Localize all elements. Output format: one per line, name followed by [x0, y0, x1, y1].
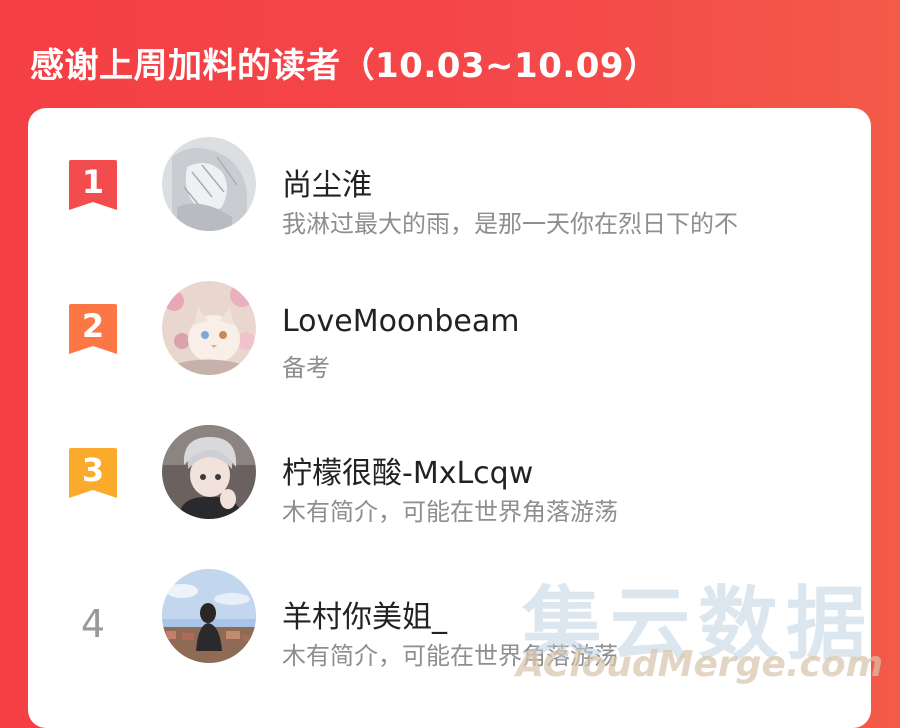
list-item[interactable]: 4 羊村你美姐_ 木有简介，可能在世界角落游荡	[28, 554, 871, 674]
rank-badge: 2	[69, 304, 117, 354]
avatar[interactable]	[162, 137, 256, 231]
reader-bio: 备考	[282, 354, 330, 382]
rank-number: 1	[81, 163, 105, 201]
page-title: 感谢上周加料的读者（10.03~10.09）	[30, 46, 659, 86]
girl-cityscape-avatar-icon	[162, 569, 256, 663]
rank-badge: 1	[69, 160, 117, 210]
list-item[interactable]: 3 柠檬很酸-MxLcqw 木有简介，可能在世界角落游荡	[28, 410, 871, 530]
rank-number: 4	[80, 602, 106, 646]
avatar[interactable]	[162, 425, 256, 519]
avatar[interactable]	[162, 281, 256, 375]
rank-number: 2	[81, 307, 105, 345]
reader-bio: 木有简介，可能在世界角落游荡	[282, 642, 618, 670]
rank-number: 3	[81, 451, 105, 489]
reader-bio: 木有简介，可能在世界角落游荡	[282, 498, 618, 526]
reader-name: 尚尘淮	[282, 168, 372, 203]
reader-list-card: 1 尚尘淮 我淋过最大的雨，是那一天你在烈日下的不 2 LoveMoonbeam…	[28, 108, 871, 728]
reader-name: 羊村你美姐_	[282, 600, 447, 635]
anime-boy-avatar-icon	[162, 425, 256, 519]
anime-sketch-avatar-icon	[162, 137, 256, 231]
list-item[interactable]: 1 尚尘淮 我淋过最大的雨，是那一天你在烈日下的不	[28, 122, 871, 242]
rank-badge: 3	[69, 448, 117, 498]
reader-name: 柠檬很酸-MxLcqw	[282, 456, 534, 491]
reader-name: LoveMoonbeam	[282, 304, 520, 339]
avatar[interactable]	[162, 569, 256, 663]
cat-with-flowers-avatar-icon	[162, 281, 256, 375]
list-item[interactable]: 2 LoveMoonbeam 备考	[28, 266, 871, 386]
reader-bio: 我淋过最大的雨，是那一天你在烈日下的不	[282, 210, 738, 238]
